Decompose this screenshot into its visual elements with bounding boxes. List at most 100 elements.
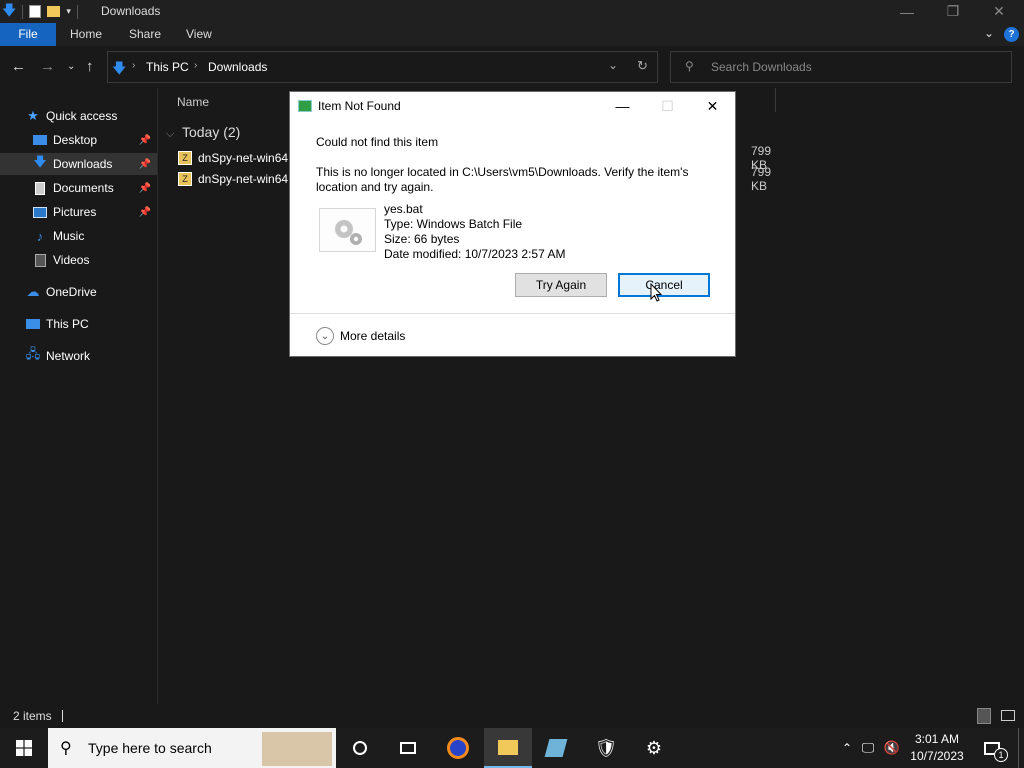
dialog-maximize-button: ☐ [661, 97, 674, 114]
window-title: Downloads [101, 4, 161, 18]
close-button[interactable]: ✕ [976, 0, 1022, 23]
settings-gear-icon[interactable]: ⚙ [630, 728, 678, 768]
restore-button[interactable]: ❐ [930, 0, 976, 23]
dialog-message-line-2: location and try again. [316, 180, 434, 194]
zip-file-icon: Z [178, 171, 192, 186]
breadcrumb-separator-icon: › [132, 60, 136, 71]
nav-videos[interactable]: Videos [0, 249, 157, 271]
new-folder-icon[interactable] [47, 6, 61, 17]
action-center-icon[interactable]: 1 [972, 728, 1012, 768]
nav-onedrive[interactable]: ☁ OneDrive [0, 281, 157, 303]
clock-date: 10/7/2023 [910, 749, 964, 763]
breadcrumb-downloads[interactable]: Downloads [208, 60, 267, 74]
nav-label: Pictures [53, 205, 97, 219]
pin-icon[interactable]: 📌 [139, 135, 151, 146]
system-tray: ⌃ 🖵 🔇 [838, 728, 904, 768]
up-arrow-icon[interactable]: ↑ [86, 58, 94, 75]
navigation-pane: ★ Quick access Desktop 📌 🡇 Downloads 📌 D… [0, 88, 158, 704]
address-bar[interactable]: 🡇 › This PC › Downloads ⌄ ↻ [107, 51, 658, 83]
customize-toolbar-icon[interactable]: ▾ [66, 6, 71, 17]
nav-label: Desktop [53, 133, 98, 147]
column-divider[interactable] [775, 88, 776, 112]
network-status-icon[interactable]: 🖵 [856, 740, 880, 756]
nav-label: OneDrive [46, 285, 97, 299]
tab-file[interactable]: File [0, 23, 56, 46]
nav-downloads[interactable]: 🡇 Downloads 📌 [0, 153, 157, 175]
tab-view[interactable]: View [172, 23, 226, 46]
notepad-icon[interactable] [532, 728, 580, 768]
address-row: ← → ⌄ ↑ 🡇 › This PC › Downloads ⌄ ↻ ⚲ Se… [0, 46, 1024, 88]
tab-share[interactable]: Share [115, 23, 175, 46]
windows-start-icon[interactable] [0, 728, 48, 768]
nav-label: Videos [53, 253, 90, 267]
dialog-message-line-1: This is no longer located in C:\Users\vm… [316, 165, 689, 179]
volume-muted-icon[interactable]: 🔇 [880, 740, 904, 756]
search-box[interactable]: ⚲ Search Downloads [670, 51, 1012, 83]
help-icon[interactable]: ? [1004, 27, 1019, 42]
large-icons-view-icon[interactable] [1001, 710, 1015, 721]
file-name: dnSpy-net-win64 [198, 171, 289, 186]
taskbar-clock[interactable]: 3:01 AM 10/7/2023 [904, 731, 970, 765]
search-input[interactable]: Search Downloads [711, 60, 812, 74]
cortana-icon[interactable] [336, 728, 384, 768]
show-hidden-icons-icon[interactable]: ⌃ [838, 741, 856, 755]
task-view-icon[interactable] [384, 728, 432, 768]
taskbar-search-input[interactable]: Type here to search [88, 740, 212, 756]
properties-icon[interactable] [29, 5, 42, 18]
title-bar: 🡇 ▾ Downloads — ❐ ✕ [0, 0, 1024, 23]
dialog-heading: Could not find this item [316, 135, 439, 149]
download-icon: 🡇 [33, 154, 47, 169]
nav-pictures[interactable]: Pictures 📌 [0, 201, 157, 223]
dialog-close-button[interactable]: ✕ [690, 92, 735, 120]
clock-time: 3:01 AM [914, 732, 960, 746]
chevron-down-icon[interactable]: ⌄ [984, 26, 994, 40]
batch-file-gears-icon [319, 208, 376, 252]
dialog-title: Item Not Found [318, 99, 401, 113]
search-icon: ⚲ [685, 59, 694, 73]
star-icon: ★ [27, 108, 39, 123]
dialog-minimize-button[interactable]: — [600, 92, 645, 120]
pin-icon[interactable]: 📌 [139, 183, 151, 194]
minimize-button[interactable]: — [884, 0, 930, 23]
cloud-icon: ☁ [26, 284, 40, 299]
nav-documents[interactable]: Documents 📌 [0, 177, 157, 199]
nav-desktop[interactable]: Desktop 📌 [0, 129, 157, 151]
security-shield-icon[interactable]: 🛡 [582, 728, 630, 768]
zip-file-icon: Z [178, 150, 192, 165]
nav-quick-access[interactable]: ★ Quick access [0, 105, 157, 127]
group-header[interactable]: ⌵ Today (2) [166, 124, 240, 141]
details-view-icon[interactable] [977, 708, 991, 724]
taskbar-search-box[interactable]: ⚲ Type here to search [48, 728, 336, 768]
videos-icon [32, 252, 48, 268]
nav-this-pc[interactable]: This PC [0, 313, 157, 335]
dialog-body: Could not find this item This is no long… [290, 120, 735, 313]
nav-network[interactable]: 🖧 Network [0, 345, 157, 367]
dialog-title-bar: Item Not Found — ☐ ✕ [290, 92, 735, 120]
status-bar: 2 items [0, 704, 1024, 728]
more-details-link[interactable]: More details [340, 329, 405, 343]
dialog-app-icon [298, 100, 312, 112]
show-desktop-button[interactable] [1018, 728, 1024, 768]
item-count: 2 items [13, 709, 52, 723]
cancel-button[interactable]: Cancel [618, 273, 710, 297]
forward-arrow-icon[interactable]: → [40, 58, 55, 75]
expand-details-icon[interactable]: ⌄ [316, 327, 334, 345]
download-location-icon: 🡇 [112, 60, 127, 76]
column-header-name[interactable]: Name [177, 95, 209, 109]
documents-icon [32, 180, 48, 196]
back-arrow-icon[interactable]: ← [11, 58, 26, 75]
breadcrumb-this-pc[interactable]: This PC [146, 60, 189, 74]
try-again-button[interactable]: Try Again [515, 273, 607, 297]
audacity-icon[interactable] [434, 728, 482, 768]
toolbar-divider [76, 4, 78, 19]
pc-icon [25, 316, 41, 332]
address-history-icon[interactable]: ⌄ [608, 58, 618, 72]
recent-locations-icon[interactable]: ⌄ [67, 61, 75, 72]
file-explorer-taskbar-icon[interactable] [484, 728, 532, 768]
refresh-icon[interactable]: ↻ [637, 58, 648, 74]
nav-music[interactable]: ♪ Music [0, 225, 157, 247]
toolbar-divider [22, 4, 24, 19]
pin-icon[interactable]: 📌 [139, 159, 151, 170]
pin-icon[interactable]: 📌 [139, 207, 151, 218]
tab-home[interactable]: Home [56, 23, 116, 46]
